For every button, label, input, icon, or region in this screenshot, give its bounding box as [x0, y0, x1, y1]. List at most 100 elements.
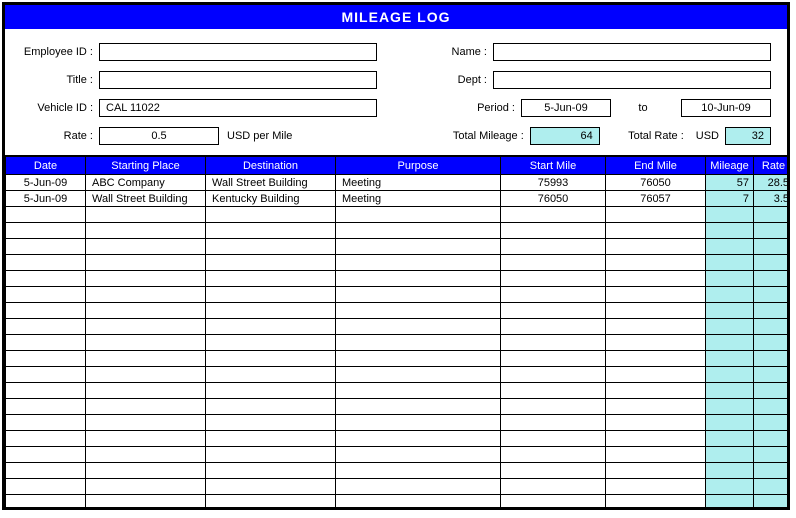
cell[interactable] [706, 319, 754, 335]
cell[interactable] [501, 415, 606, 431]
cell[interactable] [606, 255, 706, 271]
cell[interactable] [206, 495, 336, 508]
cell[interactable] [501, 319, 606, 335]
cell[interactable] [336, 495, 501, 508]
cell[interactable] [501, 367, 606, 383]
cell[interactable] [501, 431, 606, 447]
cell[interactable] [606, 479, 706, 495]
cell[interactable] [606, 351, 706, 367]
cell[interactable] [754, 383, 788, 399]
cell[interactable] [336, 447, 501, 463]
cell[interactable] [706, 463, 754, 479]
table-row[interactable] [6, 335, 788, 351]
cell[interactable] [206, 351, 336, 367]
cell[interactable]: 75993 [501, 175, 606, 191]
title-field[interactable] [99, 71, 377, 89]
cell[interactable] [86, 367, 206, 383]
cell[interactable]: 76050 [606, 175, 706, 191]
cell[interactable]: 5-Jun-09 [6, 191, 86, 207]
cell[interactable] [6, 463, 86, 479]
table-row[interactable] [6, 495, 788, 508]
cell[interactable] [754, 207, 788, 223]
cell[interactable] [206, 271, 336, 287]
cell[interactable] [86, 255, 206, 271]
vehicle-id-field[interactable]: CAL 11022 [99, 99, 377, 117]
cell[interactable] [6, 479, 86, 495]
cell[interactable] [6, 335, 86, 351]
cell[interactable] [86, 431, 206, 447]
cell[interactable] [706, 303, 754, 319]
cell[interactable] [606, 287, 706, 303]
cell[interactable]: 28.5 [754, 175, 788, 191]
cell[interactable] [206, 399, 336, 415]
table-row[interactable] [6, 447, 788, 463]
cell[interactable] [754, 335, 788, 351]
cell[interactable] [336, 431, 501, 447]
cell[interactable] [754, 415, 788, 431]
cell[interactable]: 76057 [606, 191, 706, 207]
cell[interactable]: 5-Jun-09 [6, 175, 86, 191]
cell[interactable] [501, 303, 606, 319]
cell[interactable] [501, 399, 606, 415]
cell[interactable] [706, 351, 754, 367]
cell[interactable] [336, 335, 501, 351]
cell[interactable] [754, 495, 788, 508]
cell[interactable] [206, 479, 336, 495]
cell[interactable] [86, 495, 206, 508]
table-row[interactable] [6, 255, 788, 271]
cell[interactable] [86, 447, 206, 463]
cell[interactable] [86, 351, 206, 367]
cell[interactable] [606, 431, 706, 447]
cell[interactable] [336, 207, 501, 223]
cell[interactable] [606, 415, 706, 431]
cell[interactable] [754, 351, 788, 367]
cell[interactable] [706, 207, 754, 223]
cell[interactable] [206, 431, 336, 447]
cell[interactable] [206, 255, 336, 271]
cell[interactable] [206, 303, 336, 319]
table-row[interactable]: 5-Jun-09ABC CompanyWall Street BuildingM… [6, 175, 788, 191]
cell[interactable] [6, 287, 86, 303]
table-row[interactable] [6, 479, 788, 495]
table-row[interactable] [6, 399, 788, 415]
period-from-field[interactable]: 5-Jun-09 [521, 99, 611, 117]
period-to-field[interactable]: 10-Jun-09 [681, 99, 771, 117]
table-row[interactable] [6, 463, 788, 479]
cell[interactable] [336, 351, 501, 367]
cell[interactable] [336, 287, 501, 303]
cell[interactable] [706, 495, 754, 508]
cell[interactable] [501, 479, 606, 495]
cell[interactable] [86, 415, 206, 431]
cell[interactable] [336, 255, 501, 271]
table-row[interactable] [6, 351, 788, 367]
cell[interactable] [501, 463, 606, 479]
table-row[interactable] [6, 223, 788, 239]
cell[interactable] [706, 367, 754, 383]
cell[interactable] [501, 271, 606, 287]
cell[interactable] [86, 463, 206, 479]
cell[interactable] [501, 207, 606, 223]
cell[interactable] [606, 335, 706, 351]
cell[interactable]: Wall Street Building [86, 191, 206, 207]
cell[interactable] [206, 463, 336, 479]
cell[interactable] [606, 495, 706, 508]
cell[interactable] [6, 303, 86, 319]
cell[interactable] [206, 415, 336, 431]
cell[interactable] [706, 255, 754, 271]
cell[interactable] [754, 255, 788, 271]
cell[interactable]: Meeting [336, 175, 501, 191]
cell[interactable] [606, 447, 706, 463]
cell[interactable] [336, 463, 501, 479]
cell[interactable] [336, 367, 501, 383]
cell[interactable] [754, 447, 788, 463]
table-row[interactable] [6, 287, 788, 303]
cell[interactable] [754, 431, 788, 447]
cell[interactable] [754, 239, 788, 255]
cell[interactable] [501, 223, 606, 239]
cell[interactable] [606, 463, 706, 479]
cell[interactable] [86, 271, 206, 287]
table-row[interactable] [6, 239, 788, 255]
cell[interactable] [706, 479, 754, 495]
cell[interactable] [86, 223, 206, 239]
cell[interactable] [6, 319, 86, 335]
